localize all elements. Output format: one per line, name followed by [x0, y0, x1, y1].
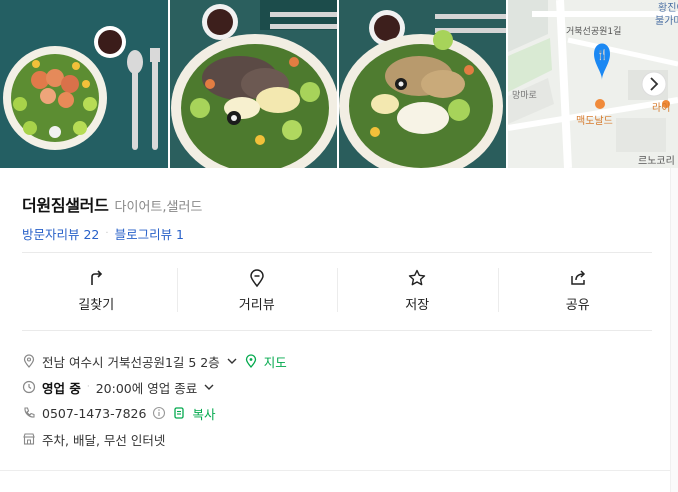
share-icon [571, 269, 585, 285]
chevron-down-icon[interactable] [203, 381, 215, 393]
divider-top [22, 252, 652, 253]
review-links: 방문자리뷰 22 · 블로그리뷰 1 [22, 224, 652, 243]
photo-salad-chicken[interactable] [339, 0, 506, 168]
place-header: 더원짐샐러드 다이어트,샐러드 방문자리뷰 22 · 블로그리뷰 1 [22, 192, 652, 243]
save-button[interactable]: 저장 [337, 262, 498, 318]
blog-review-link[interactable]: 블로그리뷰 1 [115, 224, 184, 243]
copy-icon [172, 406, 186, 420]
svg-text:🍴: 🍴 [596, 48, 608, 61]
copy-button[interactable]: 복사 [192, 404, 215, 423]
directions-label: 길찾기 [78, 297, 115, 313]
directions-icon [91, 269, 103, 285]
store-icon [22, 432, 36, 446]
phone-row: 0507-1473-7826 복사 [22, 400, 662, 426]
place-info: 전남 여수시 거북선공원1길 5 2층 지도 영업 중 · 20:00에 영업 … [22, 348, 662, 452]
map-label-mangma: 망마로 [512, 90, 537, 101]
share-button[interactable]: 공유 [497, 262, 659, 318]
directions-button[interactable]: 길찾기 [16, 262, 177, 318]
hours-row: 영업 중 · 20:00에 영업 종료 [22, 374, 662, 400]
map-preview[interactable]: 🍴 황진이 불가마시 거북선공원1길 라이 맥도날드 르노코리 망마로 [508, 0, 678, 168]
map-label-mcdonalds: 맥도날드 [576, 115, 613, 127]
map-label-bulgamasi: 불가마시 [655, 15, 678, 27]
scrollbar-track[interactable] [670, 168, 678, 492]
phone-icon [22, 406, 36, 420]
amenities-text: 주차, 배달, 무선 인터넷 [42, 432, 166, 448]
map-label-rai: 라이 [652, 102, 670, 114]
address-text: 전남 여수시 거북선공원1길 5 2층 [42, 354, 220, 370]
street-view-icon [249, 268, 264, 287]
visitor-review-link[interactable]: 방문자리뷰 22 [22, 224, 99, 243]
map-label-road: 거북선공원1길 [566, 26, 621, 37]
open-status: 영업 중 [42, 380, 81, 396]
chevron-down-icon[interactable] [226, 355, 238, 367]
map-label-hwangjini: 황진이 [658, 2, 678, 14]
separator-dot: · [105, 228, 109, 239]
separator-dot: · [86, 382, 90, 392]
map-pin-green-icon [244, 354, 258, 368]
street-view-label: 거리뷰 [238, 297, 275, 313]
amenities-row: 주차, 배달, 무선 인터넷 [22, 426, 662, 452]
photo-strip: 🍴 황진이 불가마시 거북선공원1길 라이 맥도날드 르노코리 망마로 [0, 0, 678, 168]
phone-number[interactable]: 0507-1473-7826 [42, 406, 146, 421]
photo-salad-beef[interactable] [170, 0, 337, 168]
save-label: 저장 [405, 297, 430, 313]
place-category: 다이어트,샐러드 [114, 200, 203, 215]
share-label: 공유 [565, 297, 590, 313]
clock-icon [22, 380, 36, 394]
divider-bottom [0, 470, 678, 471]
place-title: 더원짐샐러드 [22, 196, 109, 215]
closing-time: 20:00에 영업 종료 [95, 380, 198, 396]
map-label-renault: 르노코리 [638, 155, 675, 167]
action-bar: 길찾기 거리뷰 저장 공유 [16, 262, 658, 318]
location-pin-icon [22, 354, 36, 368]
map-link[interactable]: 지도 [264, 352, 287, 371]
address-row: 전남 여수시 거북선공원1길 5 2층 지도 [22, 348, 662, 374]
street-view-button[interactable]: 거리뷰 [176, 262, 338, 318]
info-icon[interactable] [152, 406, 166, 420]
photo-salad-top[interactable] [0, 0, 168, 168]
star-icon [409, 269, 426, 285]
divider-middle [22, 330, 652, 331]
